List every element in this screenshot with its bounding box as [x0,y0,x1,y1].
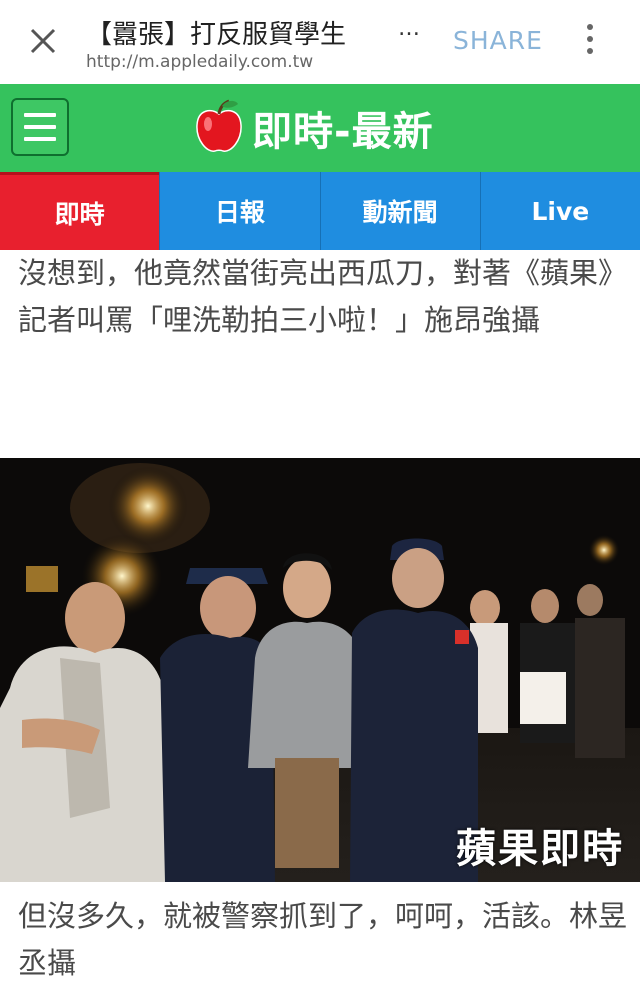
tab-realtime[interactable]: 即時 [0,172,160,250]
menu-bar [24,137,56,141]
photo-watermark: 蘋果即時 [456,826,624,872]
tab-live[interactable]: Live [479,172,640,250]
photo-caption-top: 沒想到，他竟然當街亮出西瓜刀，對著《蘋果》記者叫罵「哩洗勒拍三小啦！」施昂強攝 [18,256,628,337]
section-tabs: 即時 日報 動新聞 Live [0,172,640,250]
tab-daily[interactable]: 日報 [159,172,320,250]
browser-top-bar: 【囂張】打反服貿學生 … http://m.appledaily.com.tw … [0,0,640,84]
hamburger-menu-button[interactable] [11,98,69,156]
share-button[interactable]: SHARE [453,26,543,55]
tab-animated-news[interactable]: 動新聞 [319,172,480,250]
photo-caption-bottom: 但沒多久，就被警察抓到了，呵呵，活該。林昱丞攝 [18,899,628,980]
menu-bar [24,125,56,129]
more-options-icon[interactable] [580,24,600,60]
title-ellipsis: … [398,16,420,41]
close-icon[interactable] [28,26,58,56]
section-title: 即時-最新 [252,109,434,155]
page-title: 【囂張】打反服貿學生 [86,20,347,50]
news-photo: 蘋果即時 [0,458,640,882]
apple-logo-icon[interactable] [194,98,244,154]
page-url: http://m.appledaily.com.tw [86,52,314,72]
menu-bar [24,113,56,117]
site-header: 即時-最新 [0,84,640,172]
